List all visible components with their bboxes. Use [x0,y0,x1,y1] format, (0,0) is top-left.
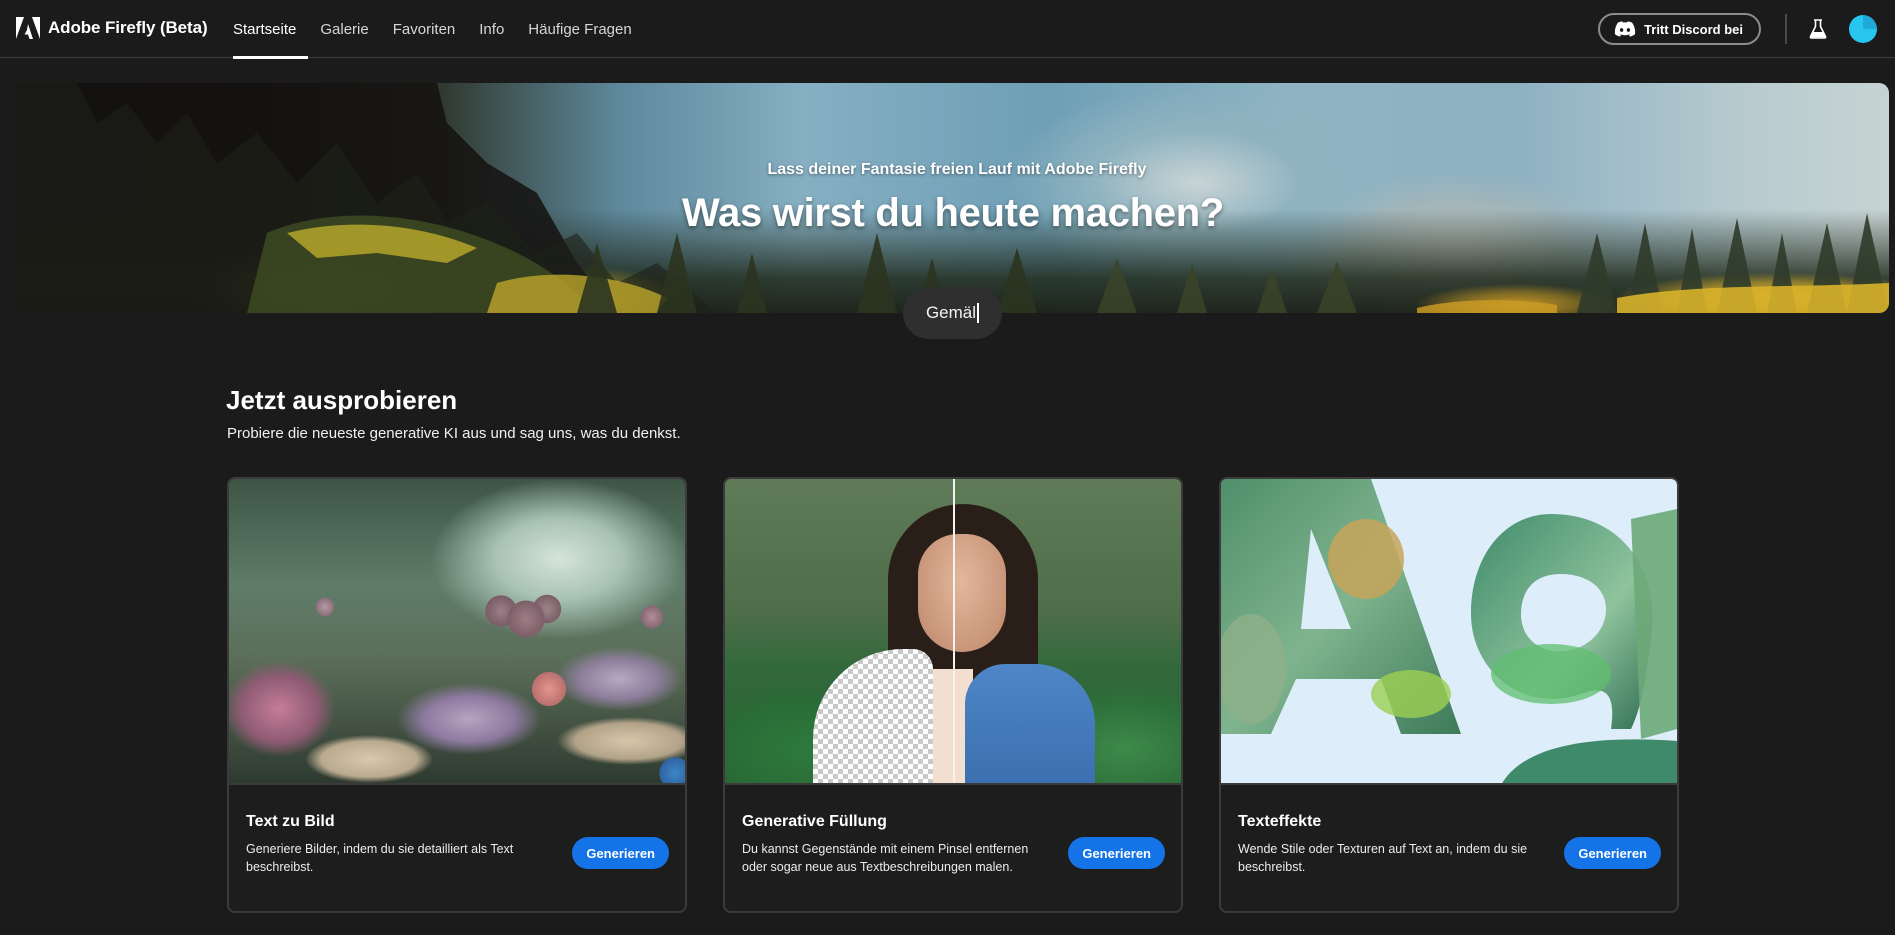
card-text-to-image[interactable]: Text zu Bild Generiere Bilder, indem du … [227,477,687,913]
card-body: Text zu Bild Generiere Bilder, indem du … [229,787,685,911]
nav-item-info[interactable]: Info [467,0,516,58]
discord-button[interactable]: Tritt Discord bei [1598,13,1761,45]
banner-title: Was wirst du heute machen? [682,191,1224,235]
card-title: Text zu Bild [246,813,335,830]
card-body: Texteffekte Wende Stile oder Texturen au… [1221,787,1677,911]
generate-button[interactable]: Generieren [1068,837,1165,869]
leaf-letters-illustration [1221,479,1677,783]
user-avatar[interactable] [1849,15,1877,43]
adobe-logo-icon [16,17,40,39]
banner-subtitle: Lass deiner Fantasie freien Lauf mit Ado… [767,161,1147,178]
portrait-face [918,534,1006,652]
portrait-jacket [965,664,1095,783]
header-divider [1785,14,1787,44]
prompt-input-value: Gemäl [925,303,977,322]
transparency-checkerboard [813,649,933,783]
generate-button[interactable]: Generieren [572,837,669,869]
discord-icon [1614,21,1636,37]
card-description: Wende Stile oder Texturen auf Text an, i… [1238,842,1528,874]
nav-item-galerie[interactable]: Galerie [308,0,380,58]
prompt-input[interactable]: Gemäl [903,287,1002,339]
banner-text: Lass deiner Fantasie freien Lauf mit Ado… [17,161,1889,236]
leaf-letters-image [1221,479,1677,785]
nav-item-favoriten[interactable]: Favoriten [381,0,468,58]
brand[interactable]: Adobe Firefly (Beta) [16,14,208,42]
before-after-divider[interactable] [953,479,955,783]
card-description: Du kannst Gegenstände mit einem Pinsel e… [742,842,1029,874]
card-generative-fill[interactable]: Generative Füllung Du kannst Gegenstände… [723,477,1183,913]
card-title: Generative Füllung [742,813,887,830]
portrait-before-after-image [725,479,1181,785]
section-title: Jetzt ausprobieren [226,385,458,415]
fantasy-garden-image [229,479,685,785]
generate-button[interactable]: Generieren [1564,837,1661,869]
hero-banner: Lass deiner Fantasie freien Lauf mit Ado… [17,83,1889,313]
text-cursor [977,303,980,323]
section-subtitle: Probiere die neueste generative KI aus u… [227,425,681,442]
top-header: Adobe Firefly (Beta) Startseite Galerie … [0,0,1895,59]
card-title: Texteffekte [1238,813,1322,830]
discord-button-label: Tritt Discord bei [1644,21,1743,37]
card-description: Generiere Bilder, indem du sie detaillie… [246,842,514,874]
flask-icon[interactable] [1809,19,1827,39]
nav-item-startseite[interactable]: Startseite [233,0,309,59]
brand-name: Adobe Firefly (Beta) [48,18,208,37]
nav-item-faq[interactable]: Häufige Fragen [516,0,643,58]
card-body: Generative Füllung Du kannst Gegenstände… [725,787,1181,911]
header-actions: Tritt Discord bei [1598,0,1877,58]
card-text-effects[interactable]: Texteffekte Wende Stile oder Texturen au… [1219,477,1679,913]
main-nav: Startseite Galerie Favoriten Info Häufig… [233,0,644,59]
